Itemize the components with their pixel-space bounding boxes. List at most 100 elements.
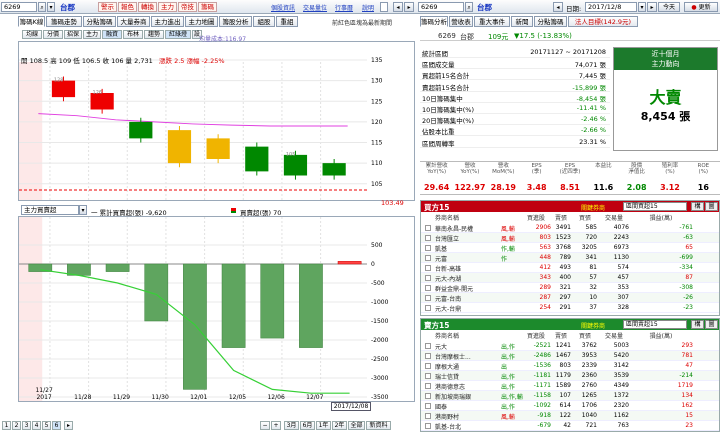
tool-color-button[interactable]: 報色 <box>118 2 137 12</box>
tab-news[interactable]: 新聞 <box>511 16 533 27</box>
sell-row-checkbox[interactable] <box>425 373 431 379</box>
range-1y[interactable]: 1年 <box>316 421 331 430</box>
toolbar-price[interactable]: 分價 <box>43 30 63 39</box>
x-tick-label: 12/07 <box>306 394 323 401</box>
date-dropdown-icon[interactable]: ▾ <box>638 2 646 12</box>
tool-alert-button[interactable]: 警示 <box>98 2 117 12</box>
window-icon[interactable] <box>380 2 388 12</box>
buy-row-checkbox[interactable] <box>425 235 431 241</box>
next-day-icon[interactable]: ▸ <box>647 2 657 12</box>
link-stock-info[interactable]: 個股資訊 <box>271 3 295 12</box>
link-volume[interactable]: 交易量位 <box>303 3 327 12</box>
buy-struct-button[interactable]: 構 <box>691 202 704 211</box>
tab-events[interactable]: 重大事件 <box>474 16 510 27</box>
today-button[interactable]: 今天 <box>658 2 680 12</box>
sell-row-checkbox[interactable] <box>425 413 431 419</box>
toolbar-traffic-light[interactable]: 紅綠燈 <box>165 30 191 39</box>
tab-big-broker[interactable]: 大量券商 <box>117 16 150 27</box>
page-next-icon[interactable]: ▸ <box>64 421 73 430</box>
sell-range-select[interactable]: 區間賣超15 <box>623 320 687 329</box>
fund-value: 8.51 <box>560 183 580 192</box>
zoom-in-icon[interactable]: + <box>271 421 281 430</box>
range-all[interactable]: 全部 <box>348 421 365 430</box>
sell-row-checkbox[interactable] <box>425 383 431 389</box>
sell-row-checkbox[interactable] <box>425 343 431 349</box>
sell-cell: 47 <box>685 362 693 369</box>
page-6[interactable]: 6 <box>52 421 61 430</box>
buy-row-checkbox[interactable] <box>425 295 431 301</box>
search-icon-right[interactable]: ⌕ <box>465 2 473 12</box>
buy-cell: 287 <box>539 294 551 301</box>
range-2y[interactable]: 2年 <box>332 421 347 430</box>
sell-row-checkbox[interactable] <box>425 353 431 359</box>
page-1[interactable]: 1 <box>2 421 11 430</box>
main-force-chart[interactable]: 500 0 -500 -1000 -1500 -2000 -2500 -3000 -3500 11… <box>18 216 415 411</box>
search-icon[interactable]: ⌕ <box>38 2 46 12</box>
nav-right-icon[interactable]: ▸ <box>404 2 414 12</box>
link-calendar[interactable]: 行事曆 <box>335 3 353 12</box>
latest-data-button[interactable]: 新資料 <box>366 421 391 430</box>
buy-range-select[interactable]: 區間買超15 <box>623 202 687 211</box>
buy-row-checkbox[interactable] <box>425 265 431 271</box>
tab-group[interactable]: 組股 <box>253 16 275 27</box>
buy-row-checkbox[interactable] <box>425 275 431 281</box>
sell-row-checkbox[interactable] <box>425 393 431 399</box>
tool-chips-button[interactable]: 籌碼 <box>198 2 217 12</box>
tool-convert-button[interactable]: 轉換 <box>138 2 157 12</box>
tab-branch-right[interactable]: 分點籌碼 <box>534 16 567 27</box>
toolbar-margin[interactable]: 融資 <box>102 30 122 39</box>
sell-row-checkbox[interactable] <box>425 423 431 429</box>
buy-row-checkbox[interactable] <box>425 305 431 311</box>
zoom-out-icon[interactable]: − <box>260 421 270 430</box>
page-5[interactable]: 5 <box>42 421 51 430</box>
toolbar-guard[interactable]: 招保 <box>64 30 82 39</box>
chevron-down-icon[interactable]: ▾ <box>47 2 55 12</box>
buy-cell: 448 <box>539 254 551 261</box>
tab-chip-analysis-right[interactable]: 籌碼分析 <box>420 16 448 27</box>
sell-cell: 3953 <box>581 352 597 359</box>
tab-chip-trend[interactable]: 籌碼走勢 <box>46 16 82 27</box>
tab-kline[interactable]: 籌碼K線 <box>18 16 45 27</box>
page-4[interactable]: 4 <box>32 421 41 430</box>
prev-day-icon[interactable]: ◂ <box>553 2 563 12</box>
price-chart[interactable]: 135 130 125 120 115 110 105 128 126 105 開 108.5 高… <box>18 36 415 207</box>
page-2[interactable]: 2 <box>12 421 21 430</box>
buy-row-checkbox[interactable] <box>425 255 431 261</box>
link-help[interactable]: 說明 <box>362 3 374 12</box>
candle-label: 128 <box>54 78 64 84</box>
buy-row-checkbox[interactable] <box>425 245 431 251</box>
stock-code-input-right[interactable]: 6269 <box>418 2 464 12</box>
page-3[interactable]: 3 <box>22 421 31 430</box>
sell-row-checkbox[interactable] <box>425 363 431 369</box>
toolbar-ma[interactable]: 均線 <box>22 30 42 39</box>
indicator-select[interactable]: 主力買賣超 <box>21 205 79 215</box>
indicator-dropdown-icon[interactable]: ▾ <box>79 205 87 215</box>
tab-chip-analysis[interactable]: 籌股分析 <box>219 16 252 27</box>
tab-main-inout[interactable]: 主力進出 <box>151 16 184 27</box>
tool-tech-button[interactable]: 帝技 <box>178 2 197 12</box>
nav-left-icon[interactable]: ◂ <box>393 2 403 12</box>
sell-chart-button[interactable]: 圖 <box>705 320 718 329</box>
tab-main-map[interactable]: 主力地圖 <box>185 16 218 27</box>
tool-main-force-button[interactable]: 主力 <box>158 2 177 12</box>
toolbar-trend[interactable]: 趨勢 <box>144 30 164 39</box>
sell-struct-button[interactable]: 構 <box>691 320 704 329</box>
buy-cell: 台灣匯立 <box>435 236 460 243</box>
buy-row-checkbox[interactable] <box>425 285 431 291</box>
tab-branch[interactable]: 分點籌碼 <box>83 16 116 27</box>
toolbar-bollinger[interactable]: 布林 <box>123 30 143 39</box>
buy-chart-button[interactable]: 圖 <box>705 202 718 211</box>
refresh-button[interactable]: ● 更新 <box>684 2 718 12</box>
tab-regroup[interactable]: 重組 <box>276 16 298 27</box>
range-6m[interactable]: 6月 <box>300 421 315 430</box>
buy-row-checkbox[interactable] <box>425 225 431 231</box>
sell-cell: 2360 <box>581 372 597 379</box>
range-3m[interactable]: 3月 <box>284 421 299 430</box>
date-input[interactable]: 2017/12/8 <box>585 2 637 12</box>
tab-target-price[interactable]: 法人目標(142.9元) <box>568 16 638 27</box>
sell-cell: 42 <box>563 422 571 429</box>
stock-code-input[interactable]: 6269 <box>1 2 37 12</box>
tab-revenue[interactable]: 營收表 <box>449 16 473 27</box>
toolbar-main[interactable]: 主力 <box>83 30 101 39</box>
sell-row-checkbox[interactable] <box>425 403 431 409</box>
